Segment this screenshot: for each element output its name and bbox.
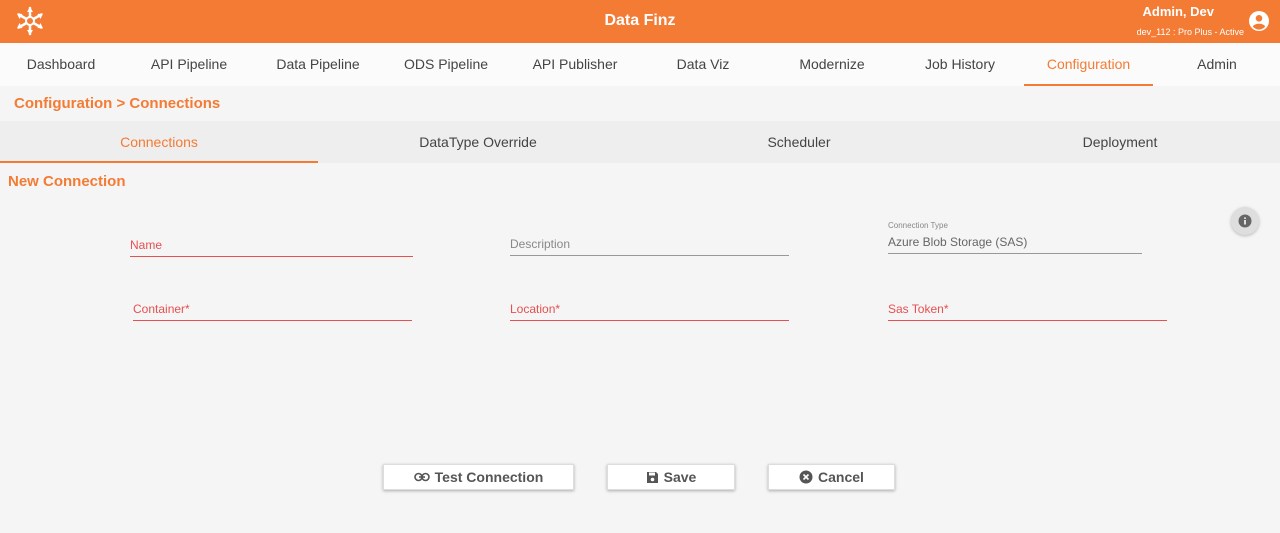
sas-token-field[interactable]: Sas Token* <box>888 298 1167 321</box>
connection-type-underline <box>888 253 1142 254</box>
top-bar: Data Finz Admin, Dev dev_112 : Pro Plus … <box>0 0 1280 43</box>
name-field[interactable]: Name <box>130 234 413 257</box>
tab-datatype-override[interactable]: DataType Override <box>318 121 638 163</box>
location-placeholder: Location* <box>510 302 561 316</box>
save-button[interactable]: Save <box>607 464 735 490</box>
user-subscription: dev_112 : Pro Plus - Active <box>1136 27 1244 37</box>
nav-item-admin[interactable]: Admin <box>1156 43 1278 86</box>
account-circle-icon[interactable] <box>1248 10 1270 32</box>
info-button[interactable] <box>1231 207 1259 235</box>
nav-item-job-history[interactable]: Job History <box>899 43 1021 86</box>
description-placeholder: Description <box>510 237 571 251</box>
connection-type-label: Connection Type <box>888 221 948 230</box>
save-label: Save <box>663 469 697 485</box>
container-placeholder: Container* <box>133 302 190 316</box>
breadcrumb: Configuration > Connections <box>14 95 221 112</box>
tab-scheduler[interactable]: Scheduler <box>638 121 960 163</box>
location-underline <box>510 320 789 321</box>
sas-token-underline <box>888 320 1167 321</box>
nav-item-api-pipeline[interactable]: API Pipeline <box>128 43 250 86</box>
location-field[interactable]: Location* <box>510 298 789 321</box>
cancel-label: Cancel <box>818 469 864 485</box>
close-circle-icon <box>799 470 813 484</box>
app-title: Data Finz <box>604 12 676 29</box>
user-name[interactable]: Admin, Dev <box>1142 4 1214 19</box>
main-nav: Dashboard API Pipeline Data Pipeline ODS… <box>0 43 1280 86</box>
floppy-disk-icon <box>646 471 658 483</box>
container-underline <box>133 320 412 321</box>
nav-item-modernize[interactable]: Modernize <box>771 43 893 86</box>
cancel-button[interactable]: Cancel <box>768 464 895 490</box>
name-placeholder: Name <box>130 238 163 252</box>
info-icon <box>1238 214 1252 228</box>
tab-connections[interactable]: Connections <box>0 121 318 163</box>
link-icon <box>413 472 430 482</box>
nav-item-configuration[interactable]: Configuration <box>1024 43 1153 86</box>
nav-item-api-publisher[interactable]: API Publisher <box>514 43 636 86</box>
nav-item-data-pipeline[interactable]: Data Pipeline <box>257 43 379 86</box>
nav-item-dashboard[interactable]: Dashboard <box>0 43 122 86</box>
section-title: New Connection <box>8 173 126 190</box>
test-connection-label: Test Connection <box>434 469 544 485</box>
test-connection-button[interactable]: Test Connection <box>383 464 574 490</box>
sas-token-placeholder: Sas Token* <box>888 302 949 316</box>
description-field[interactable]: Description <box>510 233 789 256</box>
nav-item-data-viz[interactable]: Data Viz <box>642 43 764 86</box>
connection-type-value: Azure Blob Storage (SAS) <box>888 235 1028 249</box>
tab-deployment[interactable]: Deployment <box>960 121 1280 163</box>
name-underline <box>130 256 413 257</box>
nav-item-ods-pipeline[interactable]: ODS Pipeline <box>385 43 507 86</box>
description-underline <box>510 255 789 256</box>
subtab-bar: Connections DataType Override Scheduler … <box>0 121 1280 163</box>
connection-type-select[interactable]: Connection Type Azure Blob Storage (SAS) <box>888 221 1142 254</box>
container-field[interactable]: Container* <box>133 298 412 321</box>
